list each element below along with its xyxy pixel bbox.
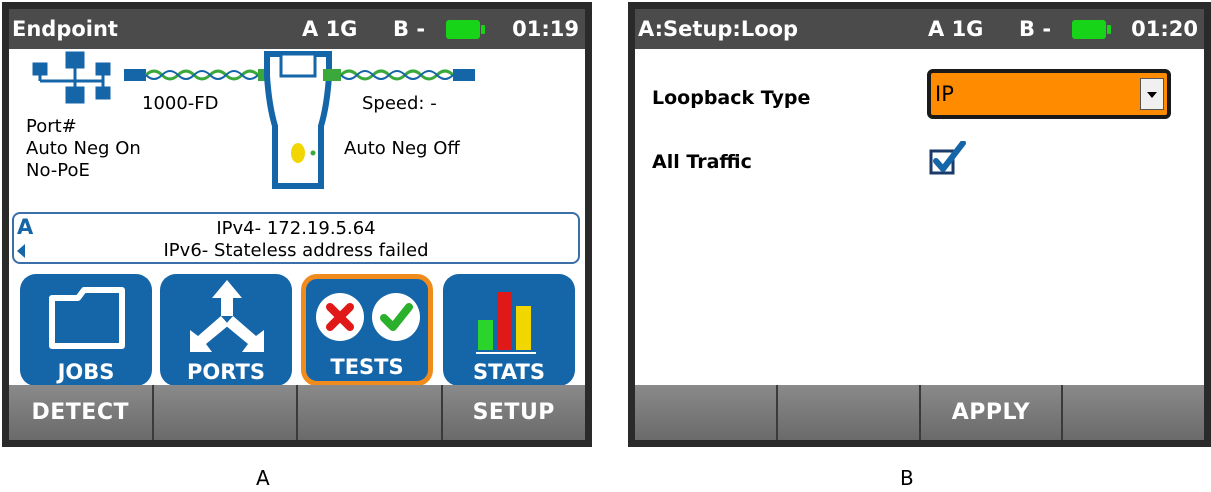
auto-neg-right: Auto Neg Off (344, 138, 460, 159)
tests-pass-fail-icon (316, 293, 420, 341)
ipv6-status: IPv6- Stateless address failed (163, 240, 429, 261)
softkey-3[interactable] (298, 385, 443, 440)
port-a-status: A 1G (302, 17, 358, 41)
link-speed-right: Speed: - (362, 93, 437, 114)
softkey-2[interactable] (778, 385, 921, 440)
folder-icon (49, 287, 125, 349)
battery-icon (446, 20, 485, 39)
loop-setup-screen: A:Setup:Loop A 1G B - 01:20 Loopback Typ… (628, 2, 1211, 447)
ports-tile[interactable]: PORTS (160, 274, 292, 386)
link-diagram (32, 51, 475, 189)
all-traffic-checkbox[interactable] (929, 141, 967, 177)
loopback-type-select[interactable]: IP (927, 69, 1171, 119)
network-icon (32, 51, 111, 104)
jobs-label: JOBS (57, 360, 115, 384)
softkey-bar: APPLY (635, 385, 1204, 440)
dropdown-arrow-icon[interactable] (1140, 78, 1164, 110)
clock: 01:20 (1131, 17, 1198, 41)
port-number-label: Port# (26, 116, 77, 137)
loopback-type-label: Loopback Type (652, 87, 811, 109)
screen-title: A:Setup:Loop (638, 17, 799, 41)
ip-address-box[interactable]: A IPv4- 172.19.5.64 IPv6- Stateless addr… (12, 212, 580, 264)
clock: 01:19 (512, 17, 579, 41)
all-traffic-label: All Traffic (652, 151, 752, 173)
setup-softkey[interactable]: SETUP (443, 385, 586, 440)
auto-neg-left: Auto Neg On (26, 138, 141, 159)
softkey-bar: DETECT SETUP (9, 385, 585, 440)
bar-chart-icon (476, 292, 536, 354)
link-speed-left: 1000-FD (142, 93, 219, 114)
poe-status: No-PoE (26, 160, 90, 181)
apply-softkey[interactable]: APPLY (921, 385, 1064, 440)
status-bar: Endpoint A 1G B - 01:19 (9, 9, 585, 49)
status-bar: A:Setup:Loop A 1G B - 01:20 (635, 9, 1204, 49)
detect-softkey[interactable]: DETECT (9, 385, 154, 440)
caption-a: A (256, 466, 270, 490)
cable-left-icon (124, 69, 276, 81)
port-b-status: B - (393, 17, 426, 41)
endpoint-screen: Endpoint A 1G B - 01:19 1000-FD Speed: -… (2, 2, 592, 447)
softkey-1[interactable] (635, 385, 778, 440)
screen-title: Endpoint (12, 17, 118, 41)
stats-tile[interactable]: STATS (443, 274, 575, 386)
ports-arrows-icon (190, 280, 264, 352)
tester-device-icon (264, 51, 332, 189)
ipv4-address: IPv4- 172.19.5.64 (216, 218, 376, 239)
ports-label: PORTS (187, 360, 265, 384)
jobs-tile[interactable]: JOBS (20, 274, 152, 386)
softkey-2[interactable] (154, 385, 298, 440)
tests-label: TESTS (330, 355, 404, 379)
softkey-4[interactable] (1063, 385, 1204, 440)
loopback-type-value: IP (935, 82, 954, 106)
stats-label: STATS (473, 360, 545, 384)
cable-right-icon (323, 69, 475, 81)
battery-icon (1072, 20, 1111, 39)
port-a-status: A 1G (928, 17, 984, 41)
port-b-status: B - (1019, 17, 1052, 41)
caption-b: B (900, 466, 914, 490)
tests-tile[interactable]: TESTS (301, 274, 433, 386)
